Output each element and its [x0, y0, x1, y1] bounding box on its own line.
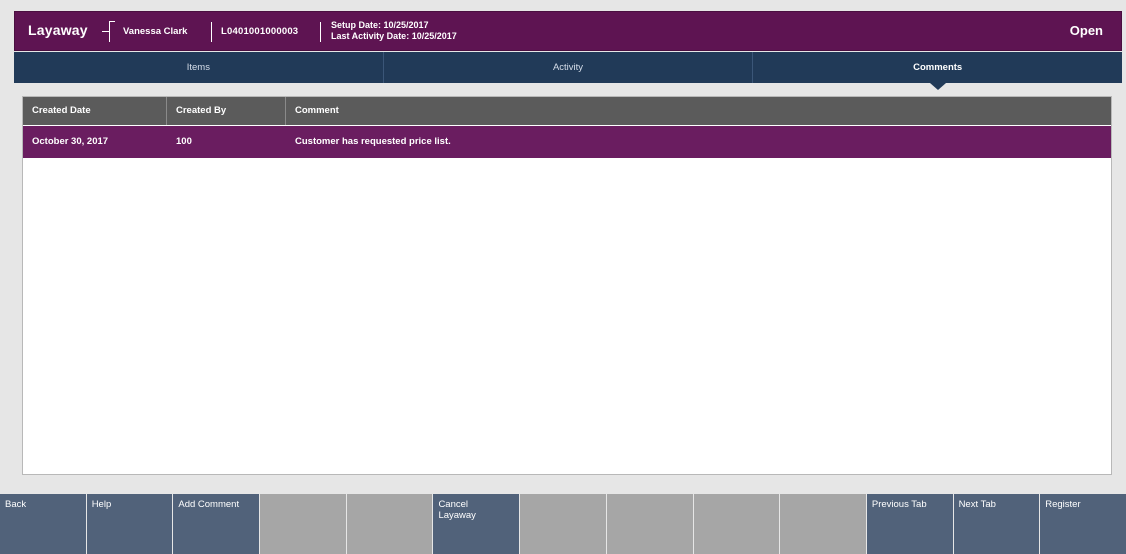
back-button[interactable]: Back	[0, 494, 86, 554]
help-button[interactable]: Help	[86, 494, 173, 554]
header-divider	[320, 22, 321, 42]
status-label: Open	[1069, 23, 1103, 38]
register-button[interactable]: Register	[1040, 494, 1126, 554]
table-header: Created Date Created By Comment	[23, 97, 1111, 125]
layaway-id: L0401001000003	[221, 26, 299, 37]
function-button-bar: Back Help Add Comment Cancel Layaway Pre…	[0, 494, 1126, 554]
column-header-comment[interactable]: Comment	[286, 97, 1111, 125]
cell-created-date: October 30, 2017	[32, 136, 109, 147]
tab-label: Activity	[552, 62, 584, 73]
tab-label: Items	[186, 62, 210, 73]
empty-button	[780, 494, 866, 554]
customer-name: Vanessa Clark	[123, 26, 188, 37]
header-divider	[211, 22, 212, 42]
table-row[interactable]: October 30, 2017 100 Customer has reques…	[23, 126, 1111, 158]
empty-button	[606, 494, 693, 554]
empty-button	[520, 494, 606, 554]
cell-created-by: 100	[176, 136, 192, 147]
comments-table: Created Date Created By Comment October …	[22, 96, 1112, 475]
tab-comments[interactable]: Comments	[753, 52, 1122, 90]
empty-button	[346, 494, 433, 554]
setup-date: Setup Date: 10/25/2017	[331, 20, 429, 30]
layaway-screen: Layaway Vanessa Clark L0401001000003 Set…	[0, 0, 1126, 554]
last-activity-date: Last Activity Date: 10/25/2017	[331, 31, 457, 41]
column-header-created-by[interactable]: Created By	[167, 97, 286, 125]
cell-comment: Customer has requested price list.	[295, 136, 451, 147]
page-title: Layaway	[28, 22, 88, 38]
tab-label: Comments	[913, 62, 963, 73]
bracket-icon	[102, 20, 116, 44]
layaway-header: Layaway Vanessa Clark L0401001000003 Set…	[14, 11, 1122, 51]
tab-items[interactable]: Items	[14, 52, 384, 83]
caret-down-icon	[929, 83, 946, 90]
empty-button	[260, 494, 346, 554]
add-comment-button[interactable]: Add Comment	[173, 494, 260, 554]
cancel-layaway-button[interactable]: Cancel Layaway	[433, 494, 520, 554]
empty-button	[693, 494, 780, 554]
layaway-dates: Setup Date: 10/25/2017 Last Activity Dat…	[331, 20, 457, 42]
next-tab-button[interactable]: Next Tab	[953, 494, 1040, 554]
tab-activity[interactable]: Activity	[384, 52, 754, 83]
tab-bar: Items Activity Comments	[14, 52, 1122, 90]
column-header-created-date[interactable]: Created Date	[23, 97, 167, 125]
previous-tab-button[interactable]: Previous Tab	[866, 494, 953, 554]
